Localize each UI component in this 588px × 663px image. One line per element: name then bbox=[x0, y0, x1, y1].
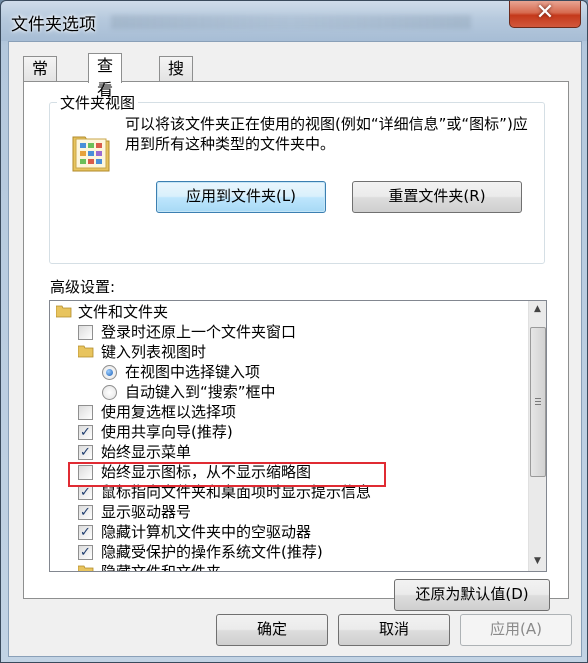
red-highlight-box bbox=[68, 462, 386, 487]
tab-view[interactable]: 查看 bbox=[88, 53, 123, 99]
tree-item-label: 键入列表视图时 bbox=[101, 343, 207, 361]
title-bar[interactable]: 文件夹选项 ✕ bbox=[1, 1, 587, 41]
option-label: 使用复选框以选择项 bbox=[101, 403, 237, 421]
folder-view-icon bbox=[72, 136, 110, 172]
option-label: 登录时还原上一个文件夹窗口 bbox=[101, 323, 297, 341]
close-button[interactable]: ✕ bbox=[509, 1, 581, 28]
option-label: 始终显示菜单 bbox=[101, 443, 192, 461]
restore-defaults-button[interactable]: 还原为默认值(D) bbox=[394, 579, 550, 611]
checkbox-checked[interactable]: ✓ bbox=[78, 505, 93, 520]
scroll-down-arrow-icon[interactable]: ▼ bbox=[529, 553, 546, 570]
folder-icon bbox=[78, 565, 94, 571]
radio-button[interactable] bbox=[102, 385, 117, 400]
dialog-body: 常规 查看 搜索 文件夹视图 bbox=[8, 41, 582, 657]
advanced-settings-tree[interactable]: 文件和文件夹 登录时还原上一个文件夹窗口 键入列表视图时 在视图中选择键入项 自… bbox=[49, 300, 547, 572]
ok-button[interactable]: 确定 bbox=[216, 614, 328, 646]
option-label: 隐藏计算机文件夹中的空驱动器 bbox=[101, 523, 312, 541]
folder-options-window: 文件夹选项 ✕ 常规 查看 搜索 文件夹视图 bbox=[0, 0, 588, 663]
checkbox-checked[interactable]: ✓ bbox=[78, 425, 93, 440]
option-label: 显示驱动器号 bbox=[101, 503, 192, 521]
folder-icon bbox=[78, 345, 94, 358]
radio-button-selected[interactable] bbox=[102, 365, 117, 380]
option-label: 使用共享向导(推荐) bbox=[101, 423, 233, 441]
tab-search[interactable]: 搜索 bbox=[159, 56, 194, 102]
tree-item-label: 隐藏文件和文件夹 bbox=[101, 563, 222, 572]
option-label: 自动键入到“搜索”框中 bbox=[125, 383, 276, 401]
checkbox-checked[interactable]: ✓ bbox=[78, 445, 93, 460]
grip-line bbox=[535, 404, 541, 405]
reset-folders-button[interactable]: 重置文件夹(R) bbox=[352, 181, 522, 213]
option-label: 在视图中选择键入项 bbox=[125, 363, 261, 381]
view-tab-panel: 文件夹视图 可以将该文件夹正在使用的视图(例如“详细信息”或“图标”)应用到所有… bbox=[23, 81, 569, 611]
folder-view-group: 文件夹视图 可以将该文件夹正在使用的视图(例如“详细信息”或“图标”)应用到所有… bbox=[49, 92, 545, 264]
window-title: 文件夹选项 bbox=[11, 15, 96, 35]
checkbox-checked[interactable]: ✓ bbox=[78, 545, 93, 560]
option-label: 隐藏受保护的操作系统文件(推荐) bbox=[101, 543, 323, 561]
tree-item-label: 文件和文件夹 bbox=[78, 303, 169, 321]
checkbox-checked[interactable]: ✓ bbox=[78, 485, 93, 500]
grip-line bbox=[535, 398, 541, 399]
cancel-button[interactable]: 取消 bbox=[338, 614, 450, 646]
apply-button[interactable]: 应用(A) bbox=[460, 614, 572, 646]
scroll-up-arrow-icon[interactable]: ▲ bbox=[529, 301, 546, 318]
scrollbar-thumb[interactable] bbox=[530, 327, 546, 477]
vertical-scrollbar[interactable]: ▲ ▼ bbox=[528, 301, 546, 571]
folder-icon bbox=[56, 305, 72, 318]
folder-view-description: 可以将该文件夹正在使用的视图(例如“详细信息”或“图标”)应用到所有这种类型的文… bbox=[125, 115, 528, 153]
grip-line bbox=[535, 401, 541, 402]
blurred-background bbox=[111, 15, 471, 29]
tab-general[interactable]: 常规 bbox=[23, 56, 58, 102]
checkbox[interactable] bbox=[78, 325, 93, 340]
advanced-settings-label: 高级设置: bbox=[50, 278, 116, 296]
checkbox[interactable] bbox=[78, 405, 93, 420]
apply-to-folders-button[interactable]: 应用到文件夹(L) bbox=[156, 181, 326, 213]
checkbox-checked[interactable]: ✓ bbox=[78, 525, 93, 540]
